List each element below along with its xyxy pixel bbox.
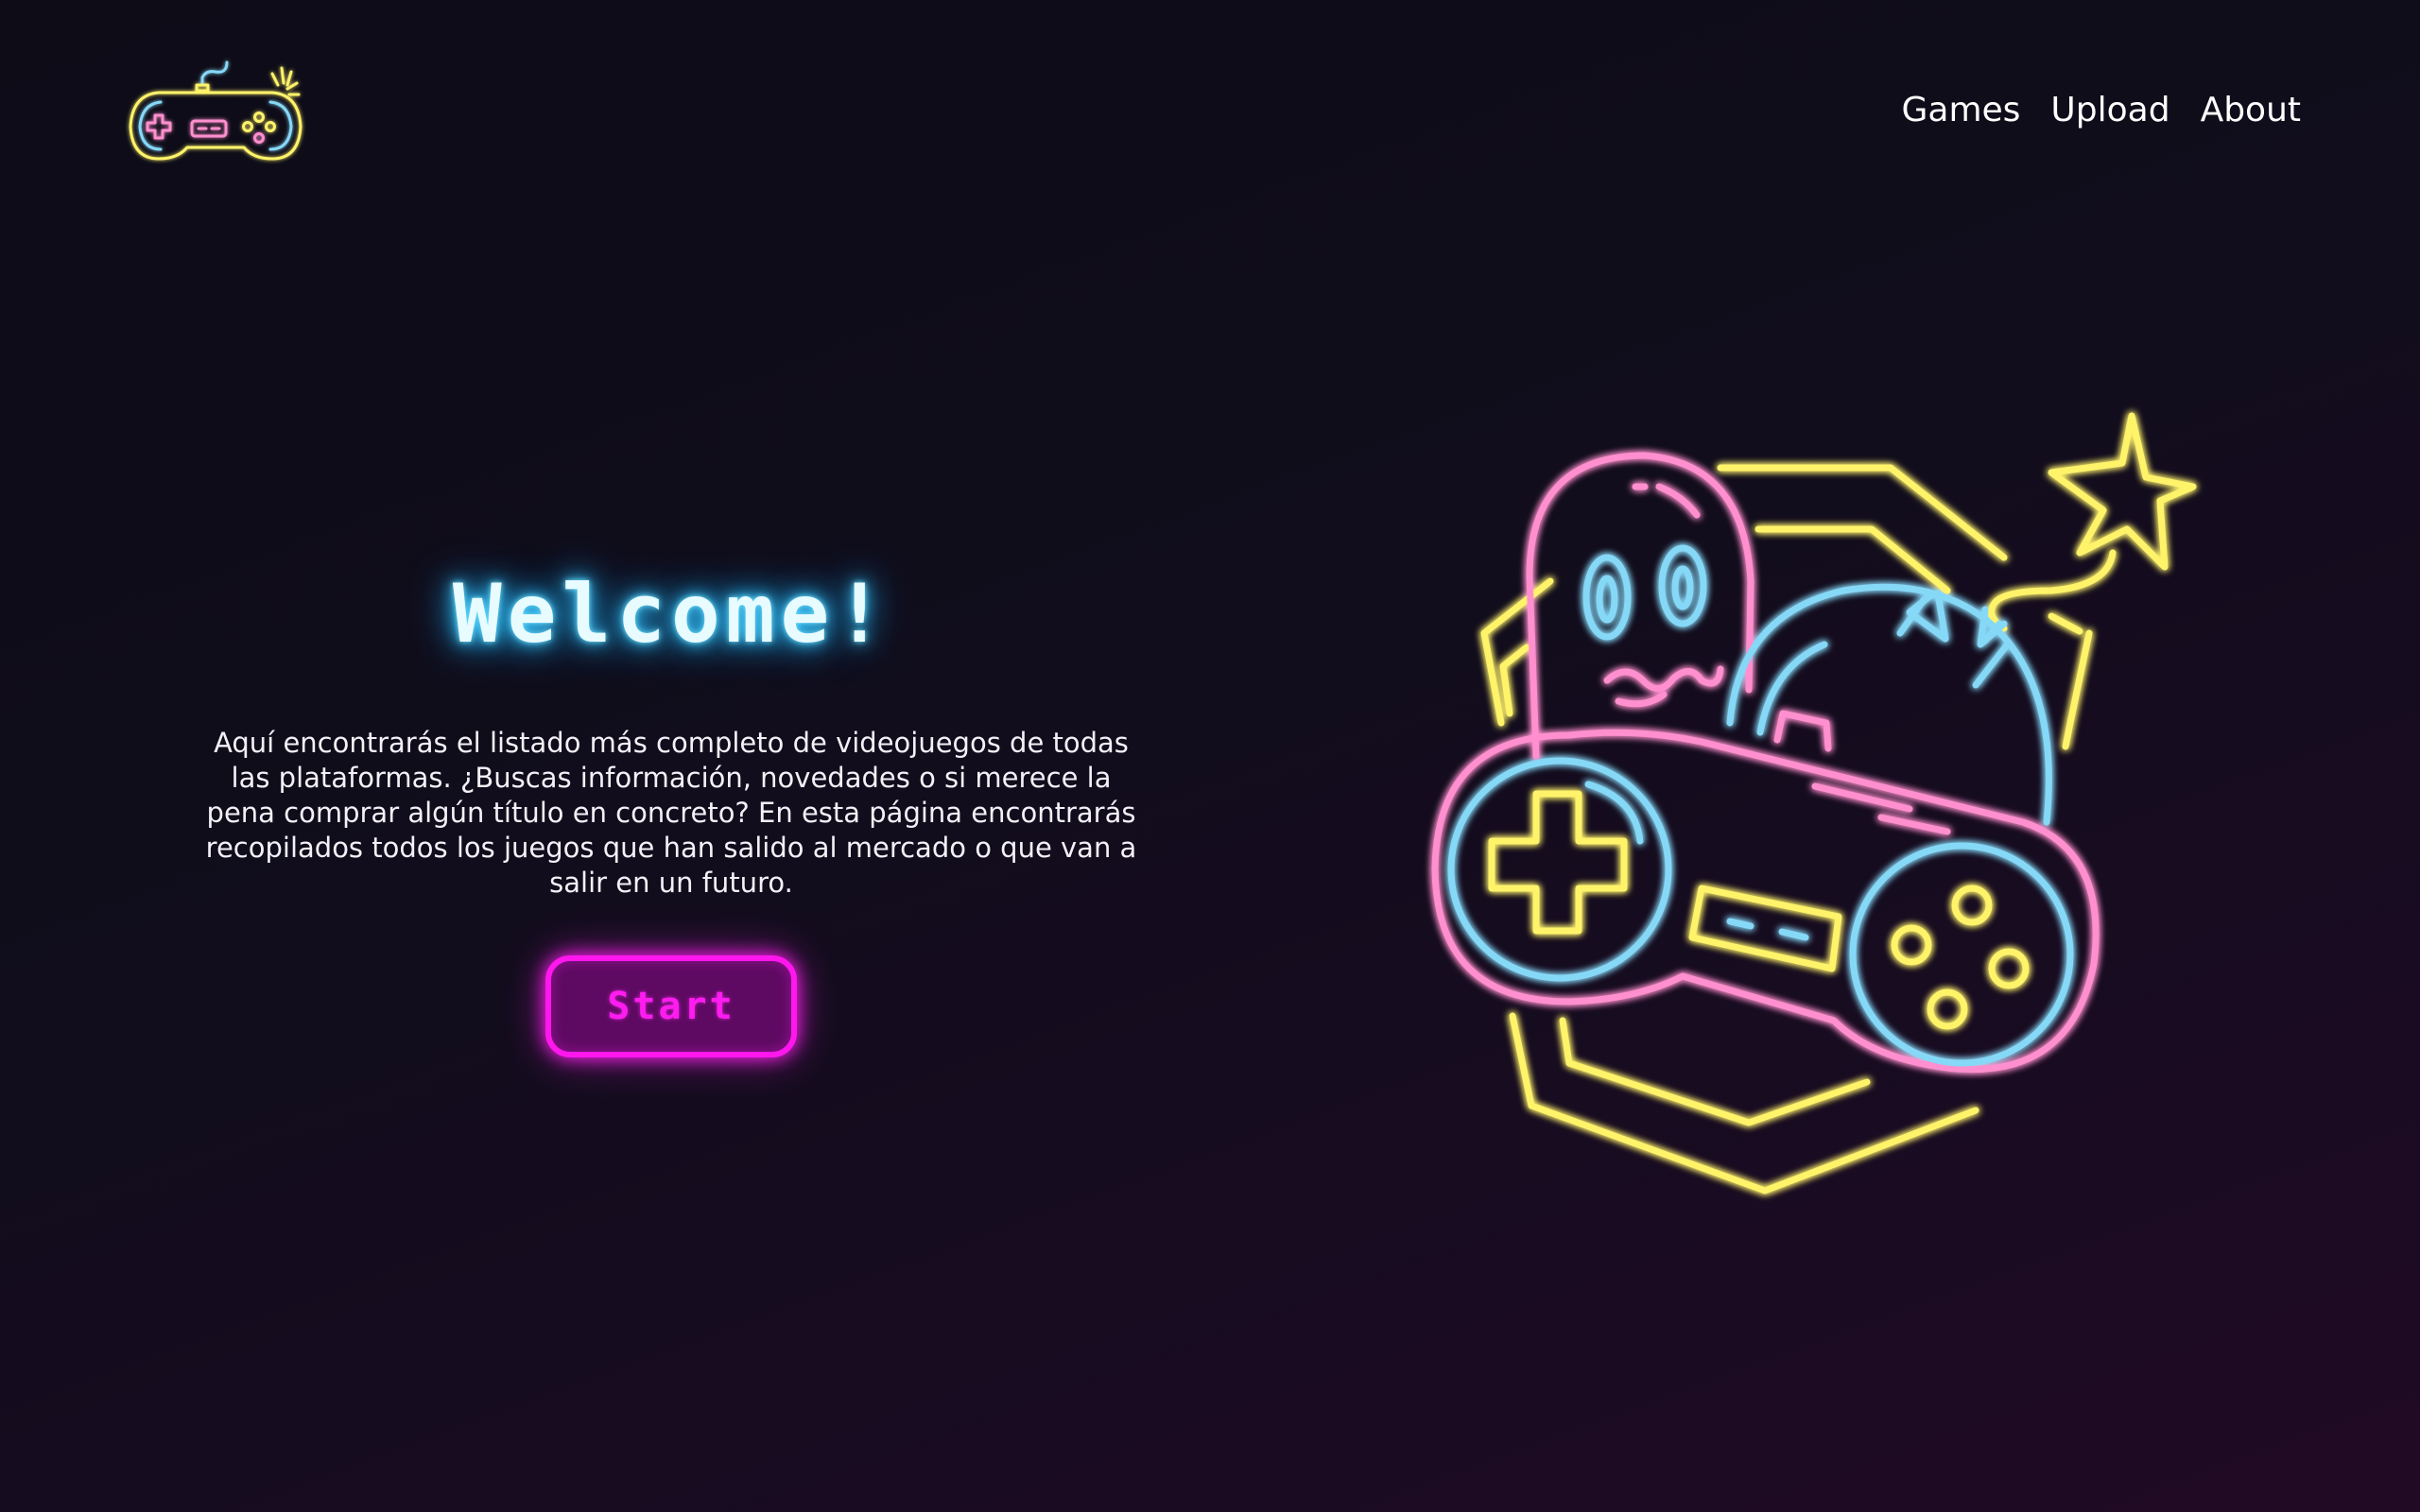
neon-gamepad-illustration [1418,397,2212,1210]
gamepad-logo-icon[interactable] [121,57,310,166]
main-nav: Games Upload About [1901,91,2301,129]
start-button-container: Start [199,955,1144,1057]
nav-games-link[interactable]: Games [1901,91,2020,129]
hero-description: Aquí encontrarás el listado más completo… [205,727,1137,899]
nav-about-link[interactable]: About [2201,91,2301,129]
start-button[interactable]: Start [545,955,797,1057]
welcome-title: Welcome! [452,567,890,662]
nav-upload-link[interactable]: Upload [2050,91,2169,129]
frame-top-line [1717,464,2008,561]
hero-section: Welcome! Aquí encontrarás el listado más… [199,558,1144,1057]
